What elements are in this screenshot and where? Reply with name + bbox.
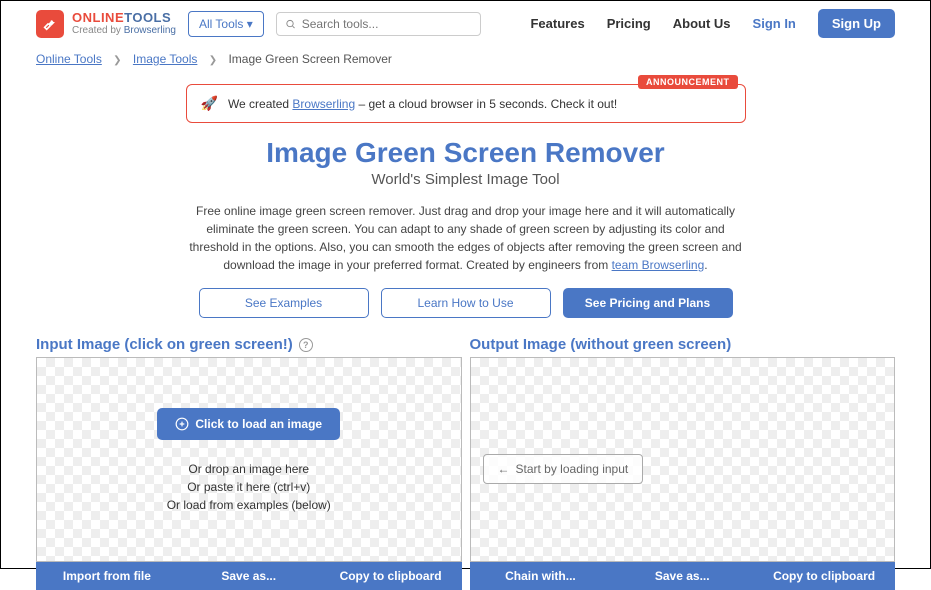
input-copy-button[interactable]: Copy to clipboard bbox=[320, 562, 462, 590]
breadcrumb-image-tools[interactable]: Image Tools bbox=[133, 52, 197, 66]
hint-paste: Or paste it here (ctrl+v) bbox=[187, 480, 310, 494]
page-title: Image Green Screen Remover bbox=[1, 137, 930, 169]
hint-drop: Or drop an image here bbox=[188, 462, 309, 476]
all-tools-dropdown[interactable]: All Tools ▾ bbox=[188, 11, 264, 37]
page-subtitle: World's Simplest Image Tool bbox=[1, 171, 930, 188]
help-icon[interactable]: ? bbox=[299, 338, 313, 352]
learn-how-button[interactable]: Learn How to Use bbox=[381, 288, 551, 318]
input-panel: Input Image (click on green screen!) ? C… bbox=[36, 336, 462, 590]
page-description: Free online image green screen remover. … bbox=[186, 202, 746, 274]
output-save-as-button[interactable]: Save as... bbox=[611, 562, 753, 590]
output-footer: Chain with... Save as... Copy to clipboa… bbox=[470, 562, 896, 590]
announcement: ANNOUNCEMENT 🚀 We created Browserling – … bbox=[186, 84, 746, 123]
search-box[interactable] bbox=[276, 12, 481, 36]
output-canvas: ← Start by loading input bbox=[470, 357, 896, 562]
chevron-down-icon: ▾ bbox=[247, 17, 253, 31]
panels: Input Image (click on green screen!) ? C… bbox=[1, 336, 930, 590]
hint-examples: Or load from examples (below) bbox=[167, 498, 331, 512]
plus-circle-icon bbox=[175, 417, 189, 431]
logo[interactable]: ONLINETOOLS Created by Browserling bbox=[36, 10, 176, 38]
see-examples-button[interactable]: See Examples bbox=[199, 288, 369, 318]
nav-pricing[interactable]: Pricing bbox=[607, 16, 651, 31]
team-link[interactable]: team Browserling bbox=[612, 258, 705, 272]
output-copy-button[interactable]: Copy to clipboard bbox=[753, 562, 895, 590]
output-panel: Output Image (without green screen) ← St… bbox=[470, 336, 896, 590]
load-image-button[interactable]: Click to load an image bbox=[157, 408, 340, 440]
signin-link[interactable]: Sign In bbox=[753, 16, 796, 31]
chevron-right-icon: ❯ bbox=[209, 55, 217, 66]
announcement-link[interactable]: Browserling bbox=[292, 97, 355, 111]
input-panel-title: Input Image (click on green screen!) ? bbox=[36, 336, 462, 353]
import-from-file-button[interactable]: Import from file bbox=[36, 562, 178, 590]
nav-features[interactable]: Features bbox=[530, 16, 584, 31]
chain-with-button[interactable]: Chain with... bbox=[470, 562, 612, 590]
search-input[interactable] bbox=[302, 17, 472, 31]
wrench-icon bbox=[36, 10, 64, 38]
input-save-as-button[interactable]: Save as... bbox=[178, 562, 320, 590]
input-footer: Import from file Save as... Copy to clip… bbox=[36, 562, 462, 590]
breadcrumb-online-tools[interactable]: Online Tools bbox=[36, 52, 102, 66]
start-hint: ← Start by loading input bbox=[483, 454, 644, 484]
nav-about[interactable]: About Us bbox=[673, 16, 731, 31]
header: ONLINETOOLS Created by Browserling All T… bbox=[1, 1, 930, 46]
announcement-badge: ANNOUNCEMENT bbox=[638, 75, 738, 89]
breadcrumb: Online Tools ❯ Image Tools ❯ Image Green… bbox=[1, 46, 930, 76]
input-canvas[interactable]: Click to load an image Or drop an image … bbox=[36, 357, 462, 562]
logo-text: ONLINETOOLS Created by Browserling bbox=[72, 11, 176, 36]
chevron-right-icon: ❯ bbox=[113, 55, 121, 66]
search-icon bbox=[285, 18, 296, 30]
output-panel-title: Output Image (without green screen) bbox=[470, 336, 896, 353]
arrow-left-icon: ← bbox=[498, 462, 510, 476]
action-buttons: See Examples Learn How to Use See Pricin… bbox=[1, 288, 930, 318]
logo-sublink[interactable]: Browserling bbox=[124, 25, 176, 36]
breadcrumb-current: Image Green Screen Remover bbox=[228, 52, 391, 66]
see-pricing-button[interactable]: See Pricing and Plans bbox=[563, 288, 733, 318]
rocket-icon: 🚀 bbox=[201, 95, 218, 112]
signup-button[interactable]: Sign Up bbox=[818, 9, 895, 38]
